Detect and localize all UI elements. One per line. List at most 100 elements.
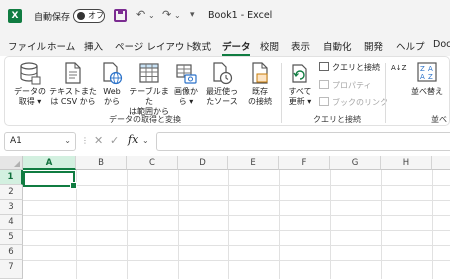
column-header[interactable]: H (381, 156, 432, 170)
edit-links-icon (319, 97, 329, 106)
queries-connections-button[interactable]: クエリと接続 (319, 62, 380, 73)
formula-input[interactable] (156, 132, 450, 151)
row-header[interactable]: 1 (0, 170, 23, 185)
column-header[interactable]: A (23, 156, 76, 170)
recent-sources-label-2: たソース (206, 97, 238, 106)
column-header[interactable]: E (228, 156, 279, 170)
column-header[interactable] (432, 156, 450, 170)
ribbon-panel: データの 取得 ▾ テキストまた は CSV から Web から テーブルまた … (4, 56, 450, 126)
web-globe-icon (101, 61, 123, 85)
database-icon (19, 61, 41, 85)
save-icon[interactable] (114, 9, 127, 22)
column-header[interactable]: G (330, 156, 381, 170)
redo-dropdown-icon[interactable]: ⌄ (174, 11, 181, 20)
gridline (23, 215, 450, 216)
column-header[interactable]: C (127, 156, 178, 170)
existing-connections-button[interactable]: 既存 の接続 (245, 61, 275, 107)
more-icon[interactable]: ⋮ (81, 136, 89, 145)
formula-bar: A1 ⌄ ⋮ ✕ ✓ fx ⌄ (0, 131, 450, 153)
title-bar: X 自動保存 オフ ↶ ⌄ ↷ ⌄ ▾ Book1 - Excel (0, 0, 450, 34)
formula-expand-icon[interactable]: ⌄ (142, 136, 149, 145)
gridline (381, 170, 382, 279)
tab-doc[interactable]: Doc (433, 39, 450, 50)
recent-sources-button[interactable]: 最近使っ たソース (203, 61, 241, 107)
row-header[interactable]: 6 (0, 245, 23, 260)
tab-help[interactable]: ヘルプ (396, 39, 425, 53)
tab-developer[interactable]: 開発 (364, 39, 383, 53)
get-data-button[interactable]: データの 取得 ▾ (11, 61, 49, 107)
row-header[interactable]: 7 (0, 260, 23, 279)
undo-dropdown-icon[interactable]: ⌄ (148, 11, 155, 20)
svg-text:A: A (420, 73, 425, 81)
properties-icon (319, 80, 329, 89)
insert-function-button[interactable]: fx (128, 133, 138, 146)
edit-links-button[interactable]: ブックのリンク (319, 97, 388, 108)
tab-page-layout[interactable]: ページ レイアウト (115, 39, 194, 53)
name-box-value: A1 (10, 136, 22, 146)
worksheet-grid[interactable]: A B C D E F G H 1 2 3 4 5 6 7 (0, 156, 450, 279)
row-header[interactable]: 3 (0, 200, 23, 215)
tab-automate[interactable]: 自動化 (323, 39, 352, 53)
gridline (228, 170, 229, 279)
gridline (23, 200, 450, 201)
column-header[interactable]: F (279, 156, 330, 170)
tab-file[interactable]: ファイル (8, 39, 46, 53)
from-table-button[interactable]: テーブルまた は範囲から (126, 61, 172, 117)
recent-sources-label-1: 最近使っ (206, 87, 238, 96)
sort-az-icon: A↓Z (391, 64, 407, 72)
redo-icon[interactable]: ↷ (162, 8, 171, 21)
gridline (432, 170, 433, 279)
toggle-knob-icon (77, 12, 85, 20)
tab-insert[interactable]: 挿入 (84, 39, 103, 53)
cancel-icon[interactable]: ✕ (94, 134, 103, 147)
active-cell-a1[interactable] (23, 171, 77, 189)
customize-toolbar-icon[interactable]: ▾ (190, 10, 195, 20)
autosave-state: オフ (88, 11, 104, 20)
text-file-icon (62, 61, 84, 85)
picture-table-icon (175, 61, 197, 85)
row-header[interactable]: 4 (0, 215, 23, 230)
from-picture-label-2: ら ▾ (178, 97, 194, 106)
svg-text:Z: Z (420, 65, 425, 73)
name-box[interactable]: A1 ⌄ (4, 132, 76, 151)
from-web-button[interactable]: Web から (98, 61, 126, 107)
from-web-label-1: Web (103, 87, 121, 96)
queries-connections-icon (319, 62, 329, 71)
group-separator (281, 63, 282, 123)
undo-icon[interactable]: ↶ (136, 8, 145, 21)
group-label-queries: クエリと接続 (313, 115, 361, 124)
gridline (23, 230, 450, 231)
properties-button[interactable]: プロパティ (319, 80, 372, 91)
gridline (279, 170, 280, 279)
window-title: Book1 - Excel (208, 10, 273, 21)
tab-data[interactable]: データ (222, 39, 251, 53)
row-header[interactable]: 5 (0, 230, 23, 245)
table-icon (138, 61, 160, 85)
from-table-label-1: テーブルまた (129, 87, 169, 106)
column-header[interactable]: B (76, 156, 127, 170)
sort-button[interactable]: ZAAZ 並べ替え (409, 61, 445, 97)
refresh-all-button[interactable]: すべて 更新 ▾ (285, 61, 315, 107)
tab-view[interactable]: 表示 (291, 39, 310, 53)
row-header[interactable]: 2 (0, 185, 23, 200)
tab-formulas[interactable]: 数式 (192, 39, 211, 53)
from-text-csv-button[interactable]: テキストまた は CSV から (49, 61, 97, 107)
gridline (23, 185, 450, 186)
column-header[interactable]: D (178, 156, 228, 170)
svg-text:A: A (428, 65, 433, 73)
gridline (23, 245, 450, 246)
group-label-sort: 並べ (431, 115, 447, 124)
queries-connections-label: クエリと接続 (332, 63, 380, 72)
name-box-dropdown-icon[interactable]: ⌄ (64, 136, 71, 145)
sort-icon: ZAAZ (416, 61, 438, 85)
autosave-toggle[interactable]: オフ (73, 9, 105, 23)
tab-home[interactable]: ホーム (47, 39, 75, 53)
sort-az-button[interactable]: A↓Z (391, 64, 407, 72)
enter-icon[interactable]: ✓ (110, 134, 119, 147)
from-picture-button[interactable]: 画像か ら ▾ (171, 61, 201, 107)
tab-review[interactable]: 校閲 (260, 39, 279, 53)
group-label-get-transform: データの取得と変換 (109, 115, 181, 124)
existing-connections-label-1: 既存 (252, 87, 268, 96)
refresh-icon (289, 61, 311, 85)
select-all-button[interactable] (0, 156, 23, 170)
